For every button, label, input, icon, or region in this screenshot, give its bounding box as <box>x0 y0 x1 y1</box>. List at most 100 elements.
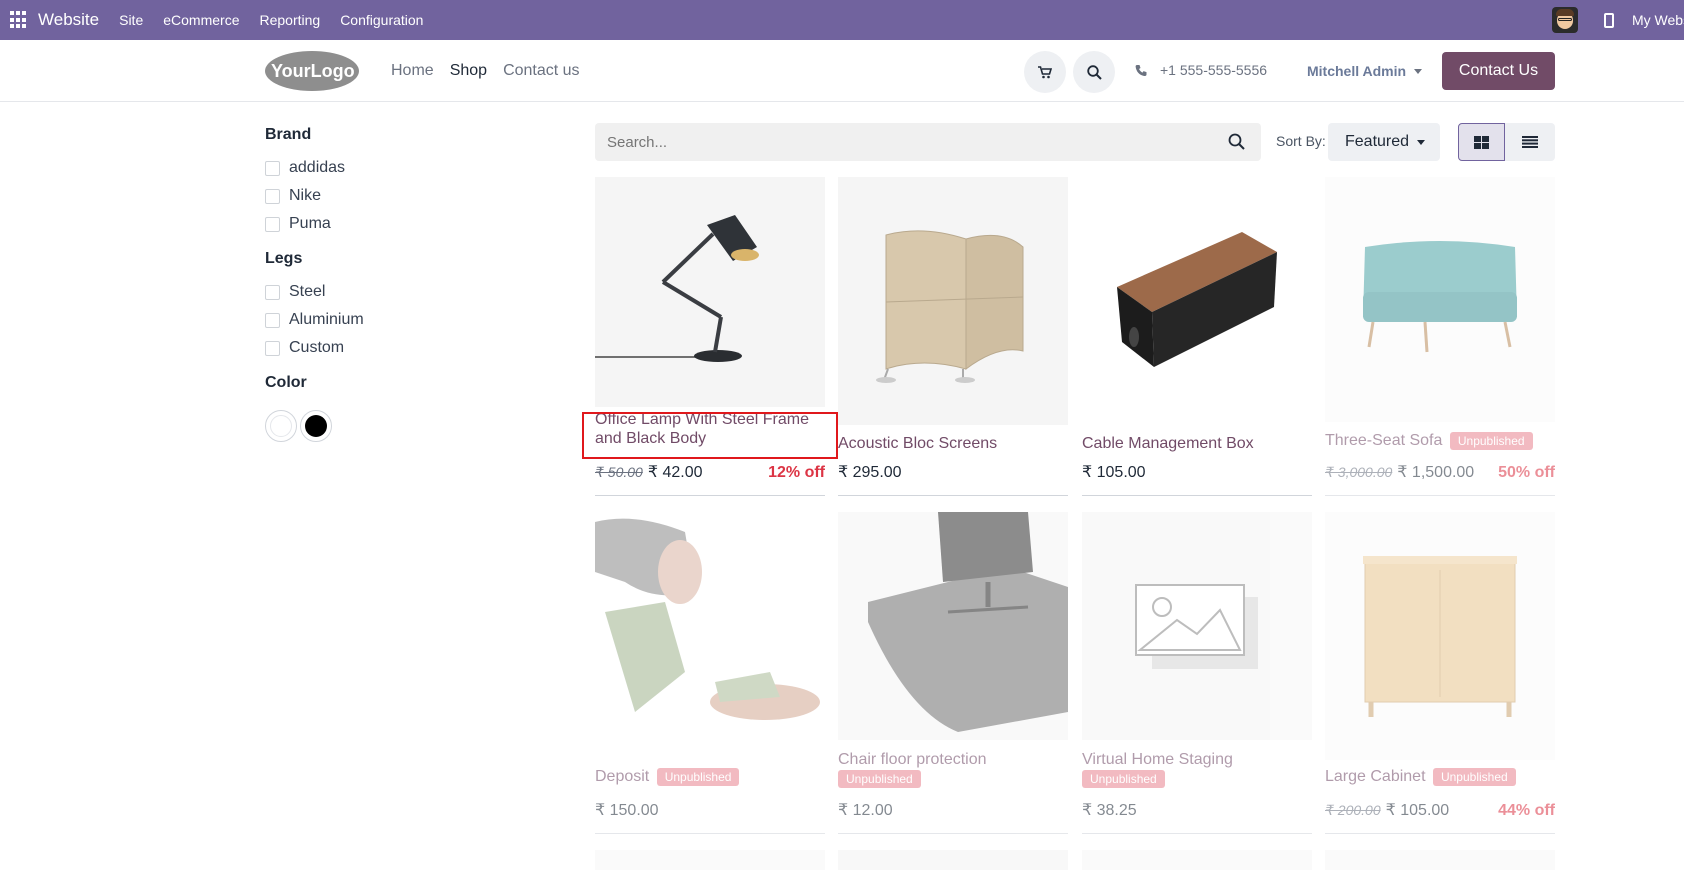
app-name[interactable]: Website <box>38 10 99 30</box>
checkbox[interactable] <box>265 188 280 204</box>
product-name[interactable]: Acoustic Bloc Screens <box>838 434 997 453</box>
cart-button[interactable] <box>1024 51 1066 93</box>
product-price: ₹ 42.00 <box>647 464 703 481</box>
filter-brand-nike[interactable]: Nike <box>265 182 545 210</box>
contact-us-button[interactable]: Contact Us <box>1442 52 1555 90</box>
product-name[interactable]: Large Cabinet <box>1325 768 1426 785</box>
brand-filter: Brand addidas Nike Puma <box>265 126 545 238</box>
site-logo[interactable]: YourLogo <box>265 50 360 92</box>
product-price: ₹ 105.00 <box>1082 464 1146 481</box>
phone-contact[interactable]: +1 555-555-5556 <box>1135 62 1267 78</box>
product-search-input[interactable] <box>595 133 1195 151</box>
user-name: Mitchell Admin <box>1307 63 1407 79</box>
filter-label: Aluminium <box>289 311 364 328</box>
grid-view-button[interactable] <box>1458 123 1505 161</box>
menu-reporting[interactable]: Reporting <box>259 12 320 28</box>
filter-label: addidas <box>289 159 346 176</box>
sort-label: Sort By: <box>1276 133 1326 149</box>
checkbox[interactable] <box>265 284 280 300</box>
list-view-icon <box>1522 136 1538 148</box>
checkbox[interactable] <box>265 160 280 176</box>
placeholder-image-icon <box>1135 584 1258 669</box>
unpublished-badge: Unpublished <box>1432 767 1516 786</box>
search-icon[interactable] <box>1228 133 1245 150</box>
filter-label: Steel <box>289 283 326 300</box>
product-card[interactable]: Virtual Home Staging Unpublished ₹ 38.25 <box>1082 512 1312 834</box>
product-search <box>595 123 1261 161</box>
product-image[interactable] <box>838 177 1068 425</box>
product-price: ₹ 1,500.00 <box>1397 464 1475 481</box>
filter-brand-puma[interactable]: Puma <box>265 210 545 238</box>
product-image[interactable] <box>1325 512 1555 760</box>
checkbox[interactable] <box>265 340 280 356</box>
filter-legs-custom[interactable]: Custom <box>265 334 545 362</box>
product-card[interactable]: Office Lamp With Steel Frame and Black B… <box>595 177 825 496</box>
filter-legs-steel[interactable]: Steel <box>265 278 545 306</box>
product-name[interactable]: Cable Management Box <box>1082 434 1254 453</box>
product-image[interactable] <box>1325 177 1555 422</box>
old-price: ₹ 200.00 <box>1325 802 1381 818</box>
color-swatch-black[interactable] <box>300 410 332 442</box>
product-card[interactable]: Large Cabinet Unpublished ₹ 200.00 ₹ 105… <box>1325 512 1555 834</box>
filter-legs-aluminium[interactable]: Aluminium <box>265 306 545 334</box>
product-image[interactable] <box>838 850 1068 870</box>
filter-title-brand: Brand <box>265 126 312 143</box>
discount-label: 44% off <box>1498 802 1555 819</box>
main-nav: Home Shop Contact us <box>391 62 580 80</box>
discount-label: 12% off <box>768 464 825 481</box>
product-name[interactable]: Chair floor protection <box>838 750 987 769</box>
grid-view-icon <box>1474 135 1489 149</box>
product-image[interactable] <box>1325 850 1555 870</box>
logo-text: YourLogo <box>271 61 355 81</box>
product-image[interactable] <box>1082 850 1312 870</box>
nav-contact-us[interactable]: Contact us <box>503 62 579 80</box>
product-name[interactable]: Virtual Home Staging <box>1082 750 1233 769</box>
list-view-button[interactable] <box>1505 123 1555 161</box>
chevron-down-icon <box>1414 68 1423 74</box>
phone-icon <box>1135 64 1147 76</box>
color-swatch-white[interactable] <box>265 410 297 442</box>
apps-grid-icon[interactable] <box>10 11 28 29</box>
product-image[interactable] <box>1082 177 1312 425</box>
product-image[interactable] <box>595 850 825 870</box>
mobile-preview-icon[interactable] <box>1604 12 1614 28</box>
menu-configuration[interactable]: Configuration <box>340 12 423 28</box>
product-image[interactable] <box>1082 512 1312 740</box>
my-website-link[interactable]: My Website <box>1632 12 1684 28</box>
product-card[interactable]: Chair floor protection Unpublished ₹ 12.… <box>838 512 1068 834</box>
search-icon <box>1086 64 1102 80</box>
user-dropdown[interactable]: Mitchell Admin <box>1307 63 1423 79</box>
product-image[interactable] <box>595 177 825 407</box>
product-card[interactable]: Cable Management Box ₹ 105.00 <box>1082 177 1312 496</box>
menu-ecommerce[interactable]: eCommerce <box>163 12 239 28</box>
filter-sidebar: Brand addidas Nike Puma Legs Steel Alumi… <box>265 126 545 454</box>
product-price: ₹ 38.25 <box>1082 802 1137 819</box>
filter-brand-addidas[interactable]: addidas <box>265 154 545 182</box>
product-card[interactable]: Deposit Unpublished ₹ 150.00 <box>595 512 825 834</box>
product-card[interactable]: Three-Seat Sofa Unpublished ₹ 3,000.00 ₹… <box>1325 177 1555 496</box>
nav-home[interactable]: Home <box>391 62 434 80</box>
product-price: ₹ 295.00 <box>838 464 902 481</box>
product-image[interactable] <box>838 512 1068 740</box>
filter-label: Puma <box>289 215 331 232</box>
user-avatar[interactable] <box>1552 7 1578 33</box>
product-name[interactable]: Three-Seat Sofa <box>1325 432 1442 449</box>
old-price: ₹ 50.00 <box>595 464 643 480</box>
search-button[interactable] <box>1073 51 1115 93</box>
product-name[interactable]: Deposit <box>595 768 649 785</box>
legs-filter: Legs Steel Aluminium Custom <box>265 250 545 362</box>
unpublished-badge: Unpublished <box>1082 770 1165 788</box>
checkbox[interactable] <box>265 312 280 328</box>
menu-site[interactable]: Site <box>119 12 143 28</box>
highlight-box <box>582 412 838 459</box>
cart-icon <box>1038 65 1052 78</box>
filter-title-color: Color <box>265 374 307 391</box>
admin-navbar: Website Site eCommerce Reporting Configu… <box>0 0 1684 40</box>
checkbox[interactable] <box>265 216 280 232</box>
unpublished-badge: Unpublished <box>838 770 921 788</box>
product-image[interactable] <box>595 512 825 744</box>
chevron-down-icon <box>1417 139 1426 145</box>
product-card[interactable]: Acoustic Bloc Screens ₹ 295.00 <box>838 177 1068 496</box>
nav-shop[interactable]: Shop <box>450 62 487 80</box>
sort-dropdown[interactable]: Featured <box>1328 123 1440 161</box>
